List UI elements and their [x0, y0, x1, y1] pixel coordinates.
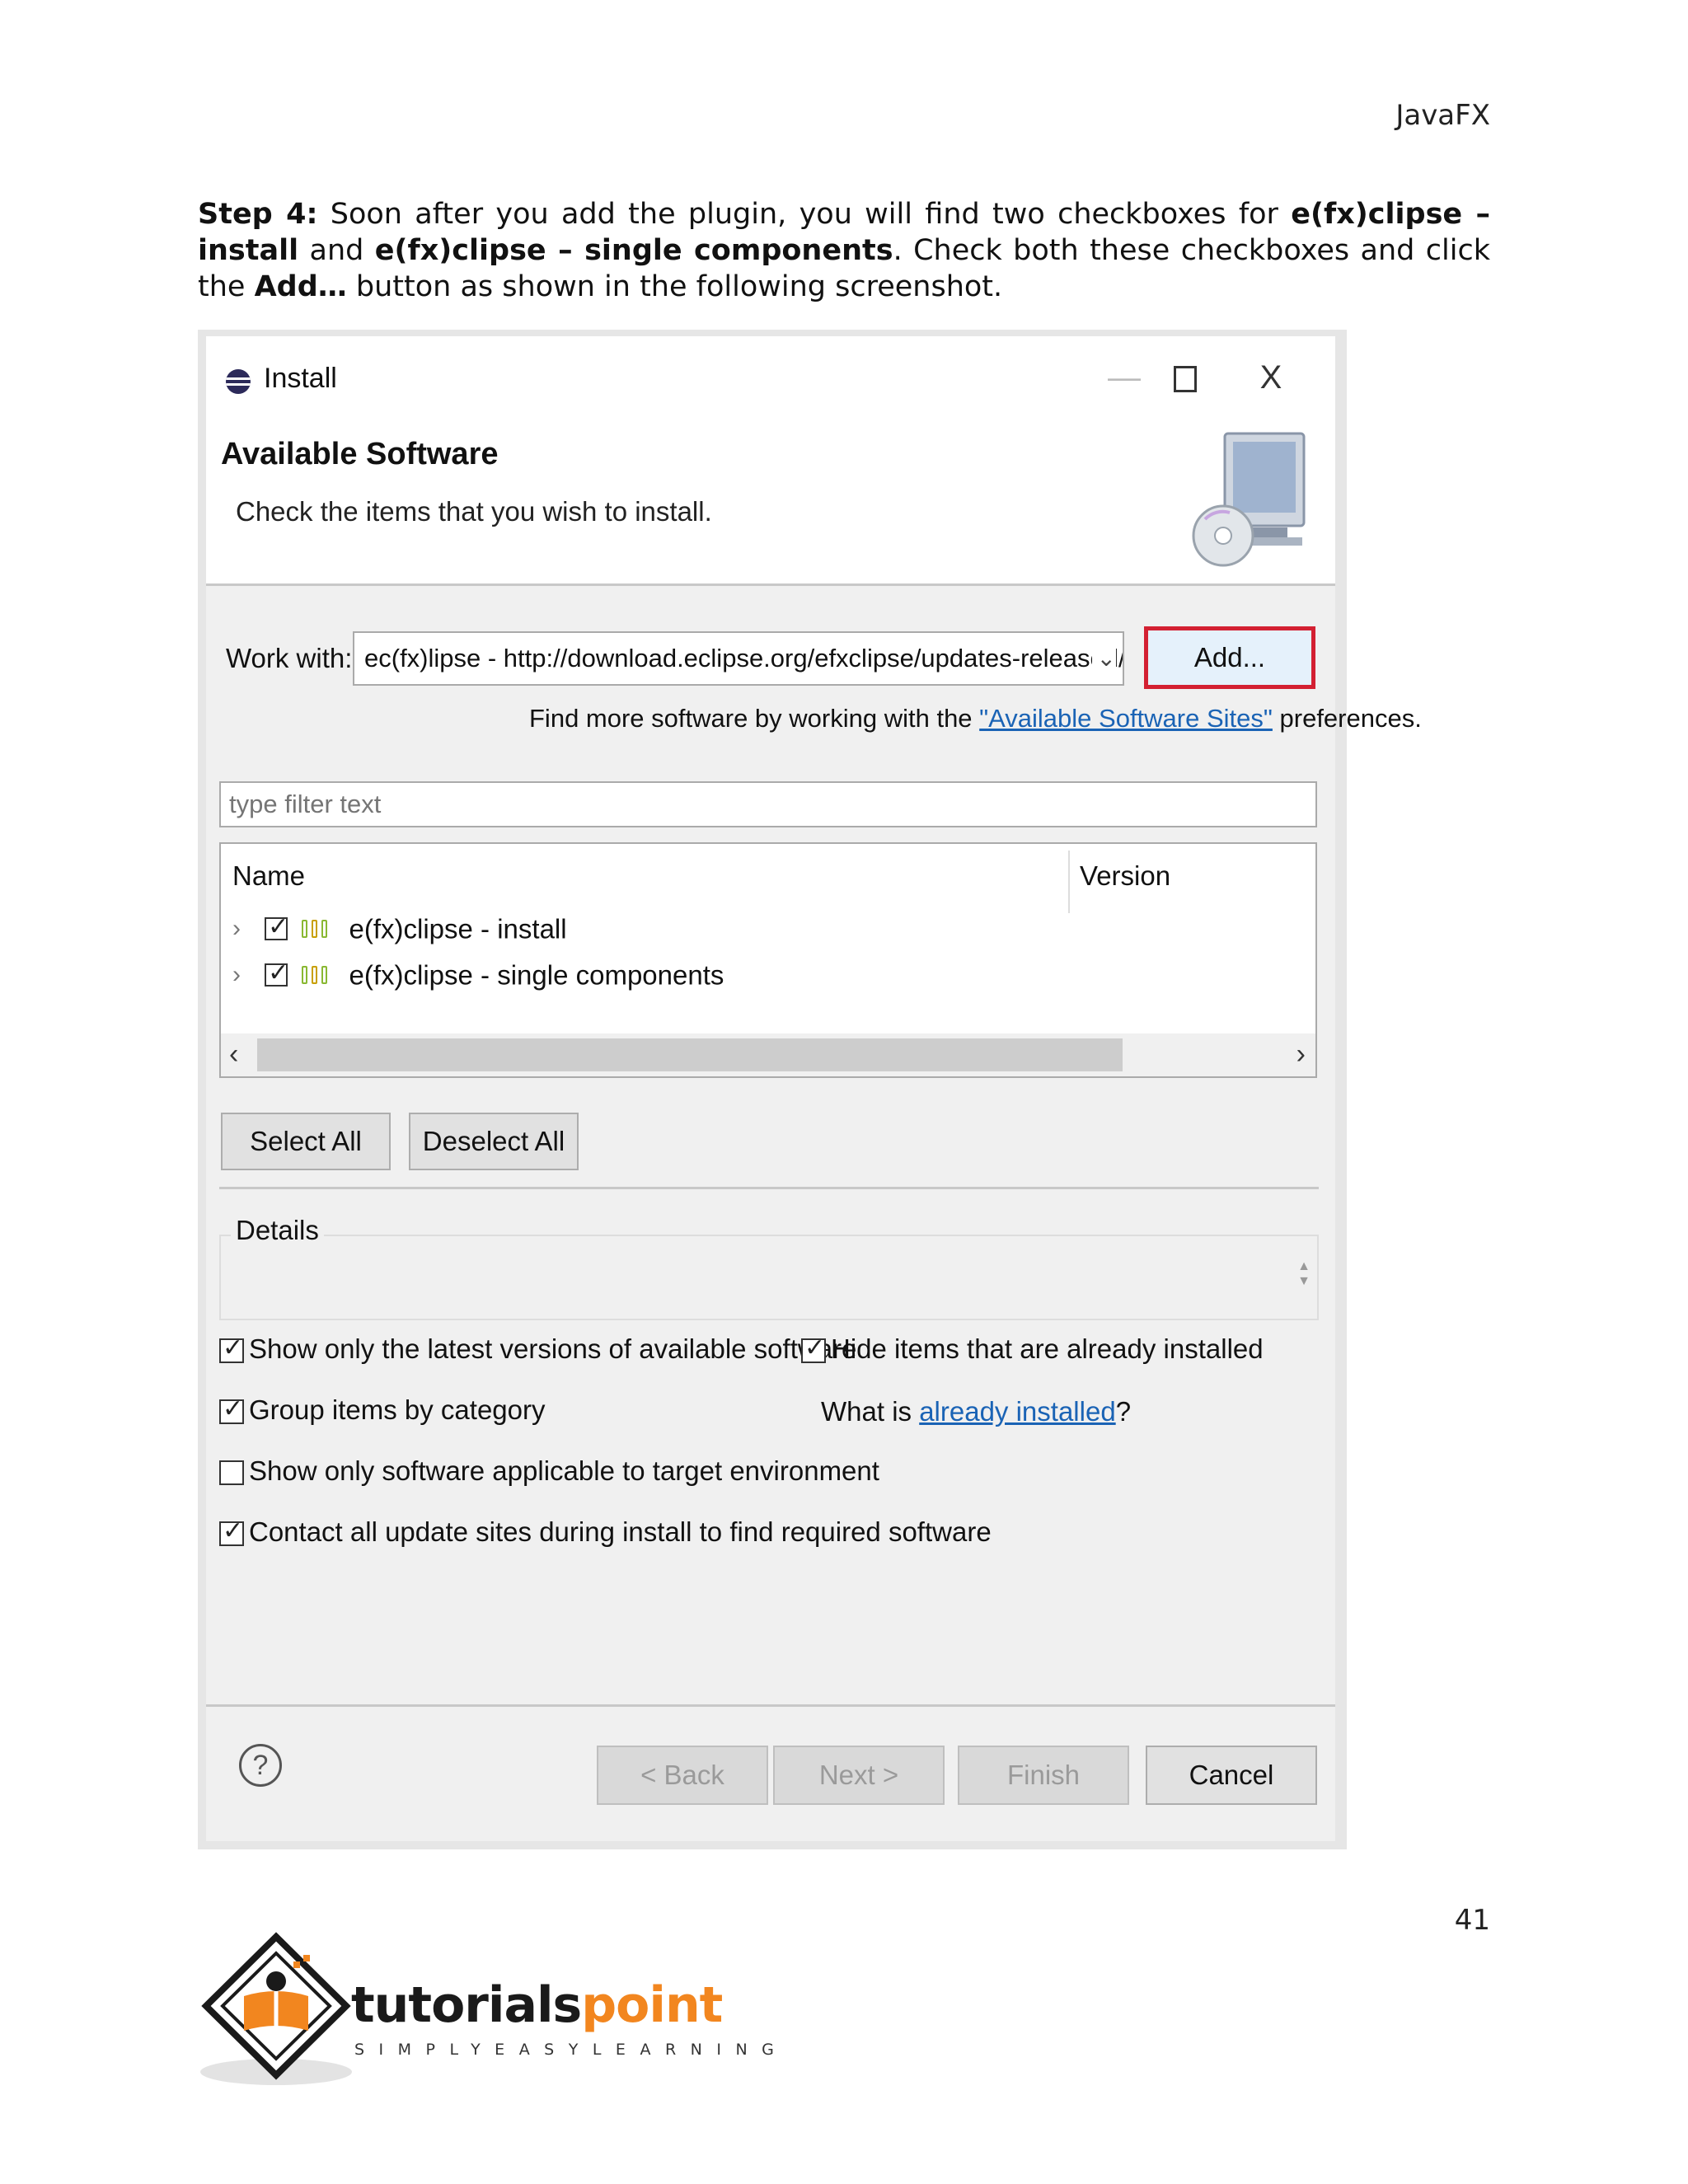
show-applicable-option[interactable]: Show only software applicable to target … [219, 1455, 879, 1487]
item-checkbox[interactable] [265, 958, 288, 987]
what-is-installed: What is already installed? [821, 1396, 1131, 1427]
minimize-button[interactable]: — [1100, 354, 1149, 401]
add-button[interactable]: Add... [1144, 626, 1315, 689]
eclipse-icon [226, 369, 251, 394]
horizontal-scrollbar[interactable]: ‹ › [221, 1033, 1315, 1076]
next-button[interactable]: Next > [773, 1746, 945, 1805]
para-text: button as shown in the following screens… [346, 270, 1003, 303]
package-icon [302, 964, 331, 986]
find-more-suffix: preferences. [1272, 704, 1422, 733]
column-divider[interactable] [1068, 851, 1070, 913]
software-tree: Name Version › e(fx)clipse - install › e… [219, 842, 1317, 1078]
chevron-right-icon[interactable]: › [232, 915, 257, 943]
find-more-text: Find more software by working with the "… [529, 704, 1422, 733]
work-with-value: ec(fx)lipse - http://download.eclipse.or… [364, 644, 1123, 673]
details-label: Details [231, 1215, 324, 1246]
deselect-all-button[interactable]: Deselect All [409, 1113, 579, 1170]
chevron-right-icon[interactable]: › [1296, 1038, 1306, 1071]
screenshot-frame: Install — X Available Software Check the… [198, 330, 1422, 1849]
maximize-icon [1174, 366, 1197, 393]
package-icon [302, 918, 331, 940]
option-label: Contact all update sites during install … [249, 1516, 992, 1547]
checkbox[interactable] [219, 1394, 244, 1425]
cancel-button[interactable]: Cancel [1146, 1746, 1317, 1805]
item-checkbox[interactable] [265, 912, 288, 941]
close-button[interactable]: X [1246, 354, 1296, 401]
tutorialspoint-logo: tutorialspoint SIMPLYEASYLEARNING [198, 1932, 774, 2088]
install-dialog: Install — X Available Software Check the… [206, 336, 1422, 1841]
checkbox[interactable] [219, 1460, 244, 1486]
already-installed-link[interactable]: already installed [919, 1396, 1115, 1427]
what-is-suffix: ? [1115, 1396, 1132, 1427]
logo-wordmark: tutorialspoint [351, 1976, 723, 2034]
logo-word-b: point [581, 1976, 723, 2034]
option-label: Group items by category [249, 1394, 546, 1425]
back-button[interactable]: < Back [597, 1746, 768, 1805]
contact-sites-option[interactable]: Contact all update sites during install … [219, 1516, 992, 1548]
checkbox[interactable] [801, 1333, 826, 1364]
footer-divider [206, 1704, 1335, 1707]
scrollbar-thumb[interactable] [257, 1038, 1123, 1071]
page-header-title: JavaFX [1395, 99, 1490, 132]
para-text: Soon after you add the plugin, you will … [317, 198, 1292, 231]
help-icon[interactable]: ? [239, 1744, 282, 1787]
page-number: 41 [1454, 1904, 1490, 1937]
chevron-right-icon[interactable]: › [232, 961, 257, 989]
title-bar: Install — X [206, 336, 1335, 419]
chevron-down-icon[interactable]: ⌄ [1091, 644, 1116, 672]
work-with-label: Work with: [226, 643, 353, 673]
para-bold-add: Add… [254, 270, 347, 303]
available-sites-link[interactable]: "Available Software Sites" [979, 704, 1273, 733]
finish-button[interactable]: Finish [958, 1746, 1129, 1805]
filter-input[interactable] [219, 781, 1317, 827]
computer-cd-icon [1192, 432, 1306, 567]
checkbox[interactable] [219, 1333, 244, 1364]
chevron-left-icon[interactable]: ‹ [229, 1038, 238, 1071]
tree-row[interactable]: › e(fx)clipse - single components [232, 958, 724, 996]
divider [219, 1187, 1319, 1189]
what-is-prefix: What is [821, 1396, 920, 1427]
show-latest-option[interactable]: Show only the latest versions of availab… [219, 1333, 856, 1365]
group-by-category-option[interactable]: Group items by category [219, 1394, 546, 1426]
logo-word-a: tutorials [351, 1976, 582, 2034]
column-header-version[interactable]: Version [1080, 860, 1170, 892]
banner-title: Available Software [221, 437, 499, 471]
hide-installed-option[interactable]: Hide items that are already installed [801, 1333, 1264, 1365]
option-label: Hide items that are already installed [831, 1333, 1264, 1364]
column-header-name[interactable]: Name [232, 860, 305, 892]
para-bold-components: e(fx)clipse – single components [374, 234, 893, 267]
tree-item-label: e(fx)clipse - install [349, 913, 567, 944]
checkbox[interactable] [219, 1516, 244, 1547]
select-all-button[interactable]: Select All [221, 1113, 391, 1170]
option-label: Show only the latest versions of availab… [249, 1333, 857, 1364]
find-more-prefix: Find more software by working with the [529, 704, 980, 733]
option-label: Show only software applicable to target … [249, 1455, 879, 1486]
step-label: Step 4: [198, 198, 318, 231]
maximize-button[interactable] [1160, 354, 1210, 401]
para-text: and [298, 234, 375, 267]
tree-row[interactable]: › e(fx)clipse - install [232, 912, 567, 949]
step-paragraph: Step 4: Soon after you add the plugin, y… [198, 196, 1490, 305]
scroll-arrows-icon[interactable]: ▲ ▼ [1297, 1259, 1311, 1289]
logo-tagline: SIMPLYEASYLEARNING [354, 2041, 789, 2059]
banner-subtitle: Check the items that you wish to install… [236, 496, 712, 527]
tree-item-label: e(fx)clipse - single components [349, 959, 724, 991]
logo-diamond-icon [200, 1932, 352, 2085]
window-title: Install [264, 363, 337, 394]
wizard-banner: Available Software Check the items that … [206, 419, 1335, 586]
details-box: ▲ ▼ [219, 1235, 1319, 1320]
work-with-combo[interactable]: ec(fx)lipse - http://download.eclipse.or… [353, 631, 1124, 686]
